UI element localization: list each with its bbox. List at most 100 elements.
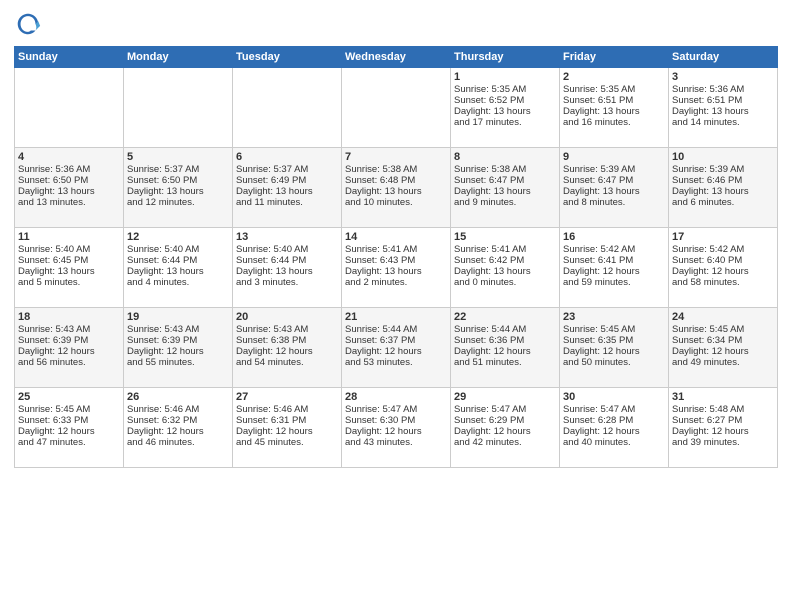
day-content-line: and 12 minutes. bbox=[127, 197, 229, 208]
header-row-days: SundayMondayTuesdayWednesdayThursdayFrid… bbox=[15, 47, 778, 68]
day-content-line: Sunset: 6:51 PM bbox=[563, 95, 665, 106]
day-content-line: Daylight: 13 hours bbox=[454, 106, 556, 117]
day-number: 24 bbox=[672, 311, 774, 323]
day-content-line: Sunset: 6:48 PM bbox=[345, 175, 447, 186]
day-number: 17 bbox=[672, 231, 774, 243]
day-content-line: and 43 minutes. bbox=[345, 437, 447, 448]
day-content-line: Sunset: 6:47 PM bbox=[563, 175, 665, 186]
day-content-line: Daylight: 12 hours bbox=[563, 346, 665, 357]
day-number: 21 bbox=[345, 311, 447, 323]
day-content-line: and 45 minutes. bbox=[236, 437, 338, 448]
day-cell: 13Sunrise: 5:40 AMSunset: 6:44 PMDayligh… bbox=[233, 228, 342, 308]
day-number: 19 bbox=[127, 311, 229, 323]
day-content-line: Sunrise: 5:41 AM bbox=[345, 244, 447, 255]
day-content-line: Daylight: 12 hours bbox=[672, 266, 774, 277]
day-content-line: and 4 minutes. bbox=[127, 277, 229, 288]
day-content-line: Daylight: 12 hours bbox=[672, 426, 774, 437]
day-content-line: Daylight: 13 hours bbox=[127, 266, 229, 277]
day-content-line: Daylight: 12 hours bbox=[672, 346, 774, 357]
day-content-line: Sunrise: 5:46 AM bbox=[236, 404, 338, 415]
day-content-line: Sunset: 6:46 PM bbox=[672, 175, 774, 186]
day-content-line: and 40 minutes. bbox=[563, 437, 665, 448]
day-content-line: Sunrise: 5:45 AM bbox=[672, 324, 774, 335]
day-content-line: Daylight: 13 hours bbox=[18, 186, 120, 197]
day-cell: 28Sunrise: 5:47 AMSunset: 6:30 PMDayligh… bbox=[342, 388, 451, 468]
day-content-line: Sunset: 6:27 PM bbox=[672, 415, 774, 426]
day-number: 22 bbox=[454, 311, 556, 323]
day-number: 14 bbox=[345, 231, 447, 243]
day-content-line: Sunset: 6:47 PM bbox=[454, 175, 556, 186]
day-content-line: Sunrise: 5:44 AM bbox=[454, 324, 556, 335]
day-content-line: and 6 minutes. bbox=[672, 197, 774, 208]
header-day-saturday: Saturday bbox=[669, 47, 778, 68]
day-content-line: Sunrise: 5:35 AM bbox=[454, 84, 556, 95]
day-content-line: Daylight: 12 hours bbox=[563, 426, 665, 437]
day-content-line: and 58 minutes. bbox=[672, 277, 774, 288]
day-number: 5 bbox=[127, 151, 229, 163]
day-content-line: and 55 minutes. bbox=[127, 357, 229, 368]
day-cell: 21Sunrise: 5:44 AMSunset: 6:37 PMDayligh… bbox=[342, 308, 451, 388]
header-day-friday: Friday bbox=[560, 47, 669, 68]
day-content-line: Sunrise: 5:46 AM bbox=[127, 404, 229, 415]
day-cell bbox=[15, 68, 124, 148]
day-content-line: Sunrise: 5:35 AM bbox=[563, 84, 665, 95]
day-content-line: Daylight: 13 hours bbox=[454, 266, 556, 277]
day-content-line: and 39 minutes. bbox=[672, 437, 774, 448]
day-content-line: Daylight: 13 hours bbox=[672, 186, 774, 197]
day-number: 10 bbox=[672, 151, 774, 163]
day-number: 26 bbox=[127, 391, 229, 403]
day-content-line: and 13 minutes. bbox=[18, 197, 120, 208]
day-content-line: Daylight: 13 hours bbox=[563, 186, 665, 197]
day-cell: 20Sunrise: 5:43 AMSunset: 6:38 PMDayligh… bbox=[233, 308, 342, 388]
day-cell: 16Sunrise: 5:42 AMSunset: 6:41 PMDayligh… bbox=[560, 228, 669, 308]
day-content-line: Daylight: 13 hours bbox=[563, 106, 665, 117]
day-content-line: Daylight: 12 hours bbox=[127, 426, 229, 437]
day-content-line: Sunset: 6:41 PM bbox=[563, 255, 665, 266]
day-number: 28 bbox=[345, 391, 447, 403]
day-content-line: and 11 minutes. bbox=[236, 197, 338, 208]
day-content-line: Sunset: 6:39 PM bbox=[127, 335, 229, 346]
day-content-line: Daylight: 12 hours bbox=[236, 426, 338, 437]
day-number: 8 bbox=[454, 151, 556, 163]
day-cell: 4Sunrise: 5:36 AMSunset: 6:50 PMDaylight… bbox=[15, 148, 124, 228]
day-content-line: Sunset: 6:45 PM bbox=[18, 255, 120, 266]
day-number: 30 bbox=[563, 391, 665, 403]
day-number: 9 bbox=[563, 151, 665, 163]
day-cell: 11Sunrise: 5:40 AMSunset: 6:45 PMDayligh… bbox=[15, 228, 124, 308]
day-content-line: Daylight: 13 hours bbox=[345, 266, 447, 277]
day-content-line: Sunset: 6:32 PM bbox=[127, 415, 229, 426]
day-content-line: Sunrise: 5:43 AM bbox=[127, 324, 229, 335]
day-content-line: and 3 minutes. bbox=[236, 277, 338, 288]
day-content-line: and 14 minutes. bbox=[672, 117, 774, 128]
header-row bbox=[14, 10, 778, 38]
day-content-line: and 49 minutes. bbox=[672, 357, 774, 368]
day-content-line: Sunset: 6:28 PM bbox=[563, 415, 665, 426]
day-content-line: Sunset: 6:50 PM bbox=[18, 175, 120, 186]
logo bbox=[14, 10, 46, 38]
day-content-line: and 53 minutes. bbox=[345, 357, 447, 368]
day-content-line: and 54 minutes. bbox=[236, 357, 338, 368]
day-content-line: Sunset: 6:51 PM bbox=[672, 95, 774, 106]
day-cell: 22Sunrise: 5:44 AMSunset: 6:36 PMDayligh… bbox=[451, 308, 560, 388]
day-number: 27 bbox=[236, 391, 338, 403]
calendar-container: SundayMondayTuesdayWednesdayThursdayFrid… bbox=[0, 0, 792, 476]
day-cell: 8Sunrise: 5:38 AMSunset: 6:47 PMDaylight… bbox=[451, 148, 560, 228]
day-number: 6 bbox=[236, 151, 338, 163]
day-cell: 6Sunrise: 5:37 AMSunset: 6:49 PMDaylight… bbox=[233, 148, 342, 228]
day-content-line: Sunrise: 5:36 AM bbox=[672, 84, 774, 95]
day-cell: 5Sunrise: 5:37 AMSunset: 6:50 PMDaylight… bbox=[124, 148, 233, 228]
day-content-line: Sunrise: 5:45 AM bbox=[563, 324, 665, 335]
day-content-line: Daylight: 12 hours bbox=[454, 426, 556, 437]
day-cell: 31Sunrise: 5:48 AMSunset: 6:27 PMDayligh… bbox=[669, 388, 778, 468]
day-content-line: Sunset: 6:40 PM bbox=[672, 255, 774, 266]
header-day-sunday: Sunday bbox=[15, 47, 124, 68]
day-content-line: and 5 minutes. bbox=[18, 277, 120, 288]
week-row-4: 25Sunrise: 5:45 AMSunset: 6:33 PMDayligh… bbox=[15, 388, 778, 468]
day-cell: 30Sunrise: 5:47 AMSunset: 6:28 PMDayligh… bbox=[560, 388, 669, 468]
day-content-line: Daylight: 13 hours bbox=[236, 186, 338, 197]
day-content-line: and 9 minutes. bbox=[454, 197, 556, 208]
day-content-line: Sunrise: 5:37 AM bbox=[236, 164, 338, 175]
day-cell: 18Sunrise: 5:43 AMSunset: 6:39 PMDayligh… bbox=[15, 308, 124, 388]
day-content-line: Daylight: 13 hours bbox=[345, 186, 447, 197]
day-content-line: Sunrise: 5:40 AM bbox=[127, 244, 229, 255]
